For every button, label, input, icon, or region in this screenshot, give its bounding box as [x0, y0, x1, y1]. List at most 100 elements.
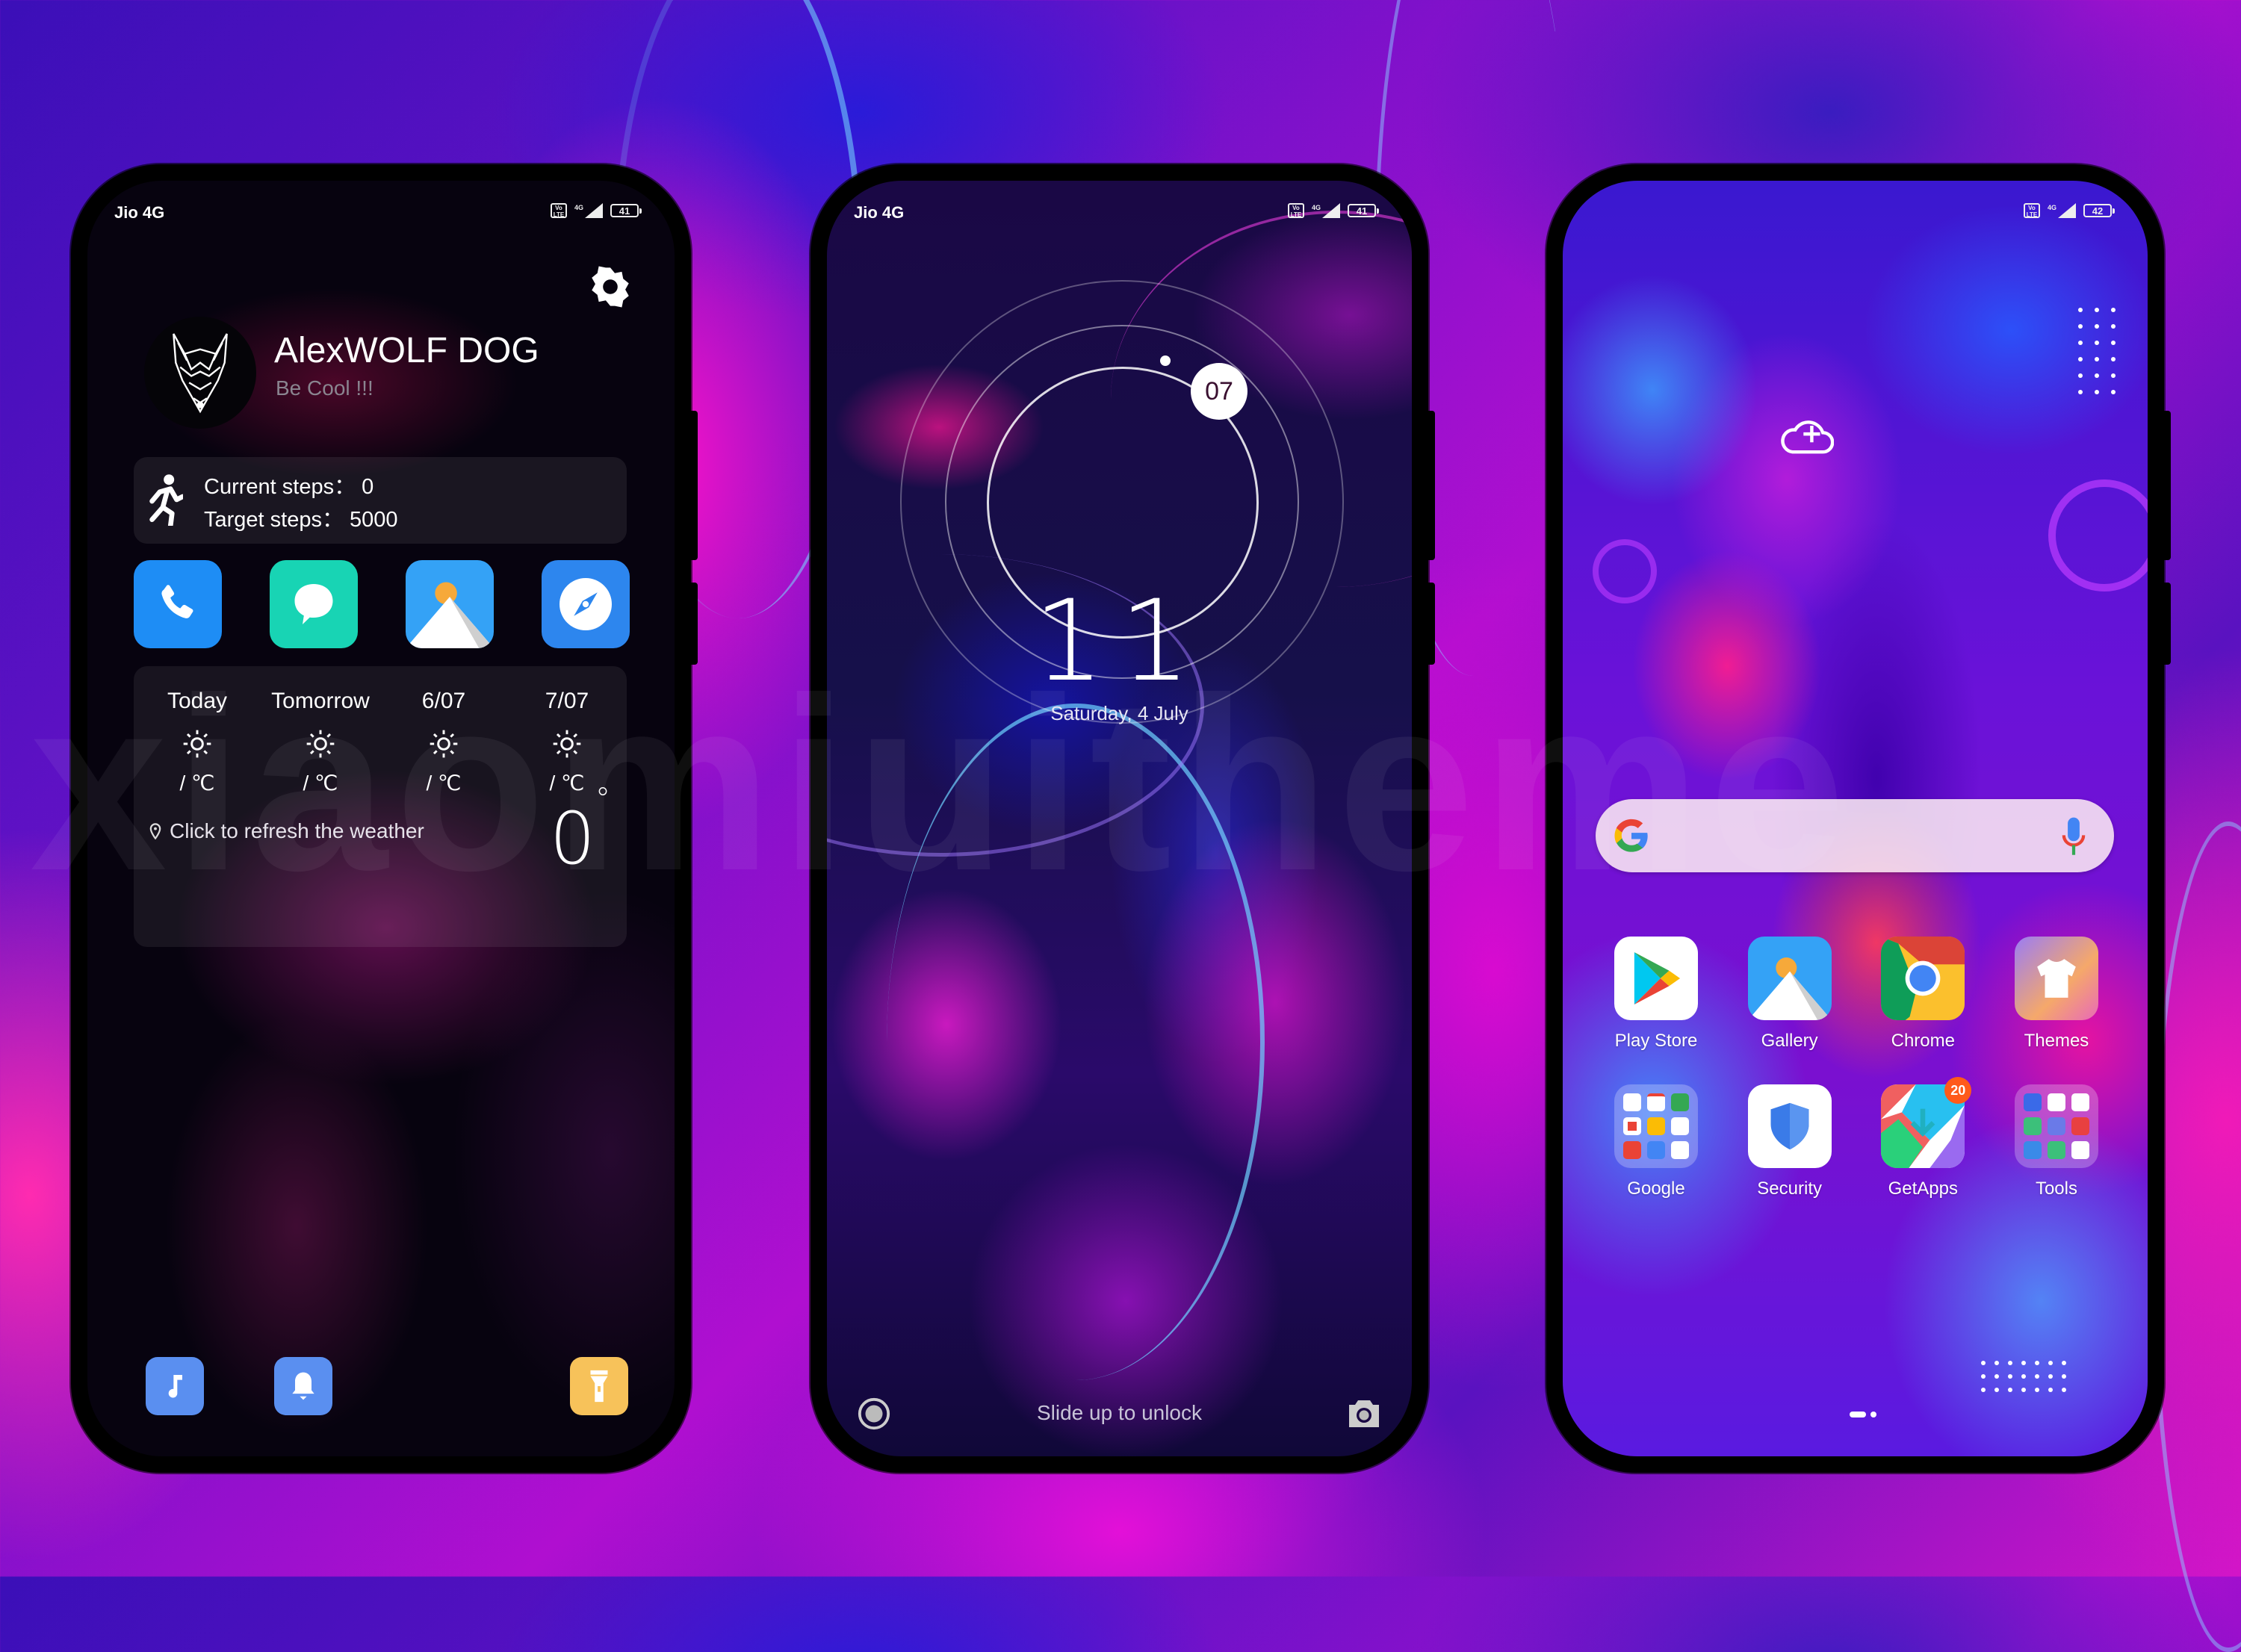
- clock-minute: 07: [1191, 363, 1247, 420]
- forecast-day: 6/07 / ℃: [388, 689, 500, 795]
- alarm-shortcut[interactable]: [274, 1357, 332, 1415]
- app-getapps[interactable]: 20 GetApps: [1859, 1077, 1986, 1199]
- steps-widget[interactable]: Current steps： 0 Target steps： 5000: [134, 457, 627, 544]
- app-label: Google: [1627, 1179, 1685, 1199]
- power-button: [690, 583, 698, 665]
- status-bar: Vo LTE 4G 42: [1563, 197, 2148, 227]
- messages-app[interactable]: [270, 560, 358, 648]
- mic-icon[interactable]: [2062, 816, 2086, 859]
- profile-name: AlexWOLF DOG: [274, 331, 539, 370]
- app-label: Tools: [2035, 1179, 2077, 1199]
- app-label: Themes: [2024, 1031, 2089, 1051]
- unlock-hint[interactable]: Slide up to unlock: [827, 1401, 1412, 1425]
- current-temperature: 0°: [549, 782, 610, 881]
- phone-home-screen: Vo LTE 4G 42 Play Store Gallery Chrome T…: [1546, 164, 2171, 1473]
- forecast-day: Today / ℃: [141, 689, 253, 795]
- phone-app[interactable]: [134, 560, 222, 648]
- avatar[interactable]: [144, 317, 256, 429]
- phone-lock-screen: Jio 4G Vo LTE 4G 41 07 11 Saturday, 4 Jul…: [810, 164, 1435, 1473]
- current-steps: Current steps： 0: [204, 475, 374, 499]
- notification-badge: 20: [1944, 1077, 1972, 1104]
- runner-icon: [149, 474, 183, 526]
- battery-level: 41: [619, 205, 630, 217]
- minute-indicator-dot: [1160, 355, 1171, 366]
- signal-icon: [1322, 203, 1340, 218]
- network-type: 4G: [1311, 204, 1321, 211]
- app-label: Chrome: [1891, 1031, 1955, 1051]
- volte-icon: Vo LTE: [550, 203, 567, 218]
- forecast-day: Tomorrow / ℃: [264, 689, 376, 795]
- carrier-label: Jio 4G: [114, 203, 165, 222]
- browser-app[interactable]: [542, 560, 630, 648]
- chrome-icon: [1881, 937, 1965, 1020]
- app-label: Play Store: [1614, 1031, 1698, 1051]
- google-g-icon: [1614, 819, 1648, 852]
- screen: Jio 4G Vo LTE 4G 41 AlexWOLF DOG Be Cool…: [87, 181, 675, 1456]
- refresh-weather-link[interactable]: Click to refresh the weather: [149, 819, 424, 843]
- signal-icon: [585, 203, 603, 218]
- lock-date: Saturday, 4 July: [1050, 702, 1188, 724]
- folder-icon: [1614, 1084, 1698, 1168]
- target-steps: Target steps： 5000: [204, 508, 398, 532]
- lock-bottom-bar: Slide up to unlock: [827, 1391, 1412, 1435]
- app-gallery[interactable]: Gallery: [1726, 937, 1853, 1052]
- battery-level: 42: [2092, 205, 2104, 217]
- sun-icon: [553, 730, 581, 758]
- compass-icon: [560, 578, 612, 630]
- gear-icon[interactable]: [589, 266, 631, 308]
- gallery-app[interactable]: [406, 560, 494, 648]
- shield-icon: [1770, 1102, 1809, 1150]
- screen: Vo LTE 4G 42 Play Store Gallery Chrome T…: [1563, 181, 2148, 1456]
- background-swirl: [2151, 822, 2241, 1652]
- cloud-add-icon[interactable]: [1779, 412, 1834, 459]
- app-chrome[interactable]: Chrome: [1859, 937, 1986, 1052]
- app-themes[interactable]: Themes: [1993, 937, 2120, 1052]
- screen: Jio 4G Vo LTE 4G 41 07 11 Saturday, 4 Jul…: [827, 181, 1412, 1456]
- app-shortcut-row: [134, 560, 630, 648]
- app-label: Security: [1757, 1179, 1822, 1199]
- app-play-store[interactable]: Play Store: [1593, 937, 1720, 1052]
- battery-icon: 41: [610, 204, 642, 217]
- signal-icon: [2058, 203, 2076, 218]
- battery-icon: 41: [1348, 204, 1379, 217]
- clock-hour: 11: [1033, 577, 1206, 707]
- carrier-label: Jio 4G: [854, 203, 905, 222]
- play-store-icon: [1634, 952, 1681, 1004]
- page-indicator[interactable]: [1850, 1412, 1876, 1417]
- wolf-icon: [173, 333, 228, 414]
- power-button: [2163, 583, 2171, 665]
- battery-level: 41: [1356, 205, 1368, 217]
- folder-google[interactable]: Google: [1593, 1084, 1720, 1199]
- forecast-temp: / ℃: [426, 771, 462, 795]
- app-security[interactable]: Security: [1726, 1084, 1853, 1199]
- music-shortcut[interactable]: [146, 1357, 204, 1415]
- sun-icon: [183, 730, 211, 758]
- volume-button: [690, 411, 698, 560]
- forecast-label: Tomorrow: [271, 689, 370, 713]
- status-bar: Jio 4G Vo LTE 4G 41: [87, 197, 675, 227]
- forecast-label: Today: [167, 689, 228, 713]
- google-search-bar[interactable]: [1596, 799, 2114, 872]
- wallpaper-dots: [1981, 1361, 2066, 1392]
- wallpaper-dots: [2078, 308, 2116, 394]
- forecast-label: 6/07: [421, 689, 466, 713]
- app-label: GetApps: [1888, 1179, 1958, 1199]
- folder-tools[interactable]: Tools: [1993, 1084, 2120, 1199]
- app-label: Gallery: [1761, 1031, 1818, 1051]
- home-row: Google Security 20 GetApps Tools: [1593, 1077, 2120, 1199]
- wallpaper-circle: [1593, 539, 1657, 603]
- volume-button: [1428, 411, 1435, 560]
- volte-icon: Vo LTE: [2023, 203, 2040, 218]
- gallery-icon: [1747, 957, 1832, 1020]
- weather-widget[interactable]: Today / ℃ Tomorrow / ℃ 6/07 / ℃ 7/07 / ℃: [134, 666, 627, 947]
- gallery-icon: [406, 582, 494, 648]
- temp-value: 0: [549, 797, 595, 881]
- camera-icon[interactable]: [1346, 1397, 1382, 1431]
- network-type: 4G: [574, 204, 583, 211]
- refresh-text: Click to refresh the weather: [170, 819, 424, 842]
- volume-button: [2163, 411, 2171, 560]
- power-button: [1428, 583, 1435, 665]
- status-bar: Jio 4G Vo LTE 4G 41: [827, 197, 1412, 227]
- flashlight-shortcut[interactable]: [570, 1357, 628, 1415]
- music-note-icon: [168, 1375, 182, 1398]
